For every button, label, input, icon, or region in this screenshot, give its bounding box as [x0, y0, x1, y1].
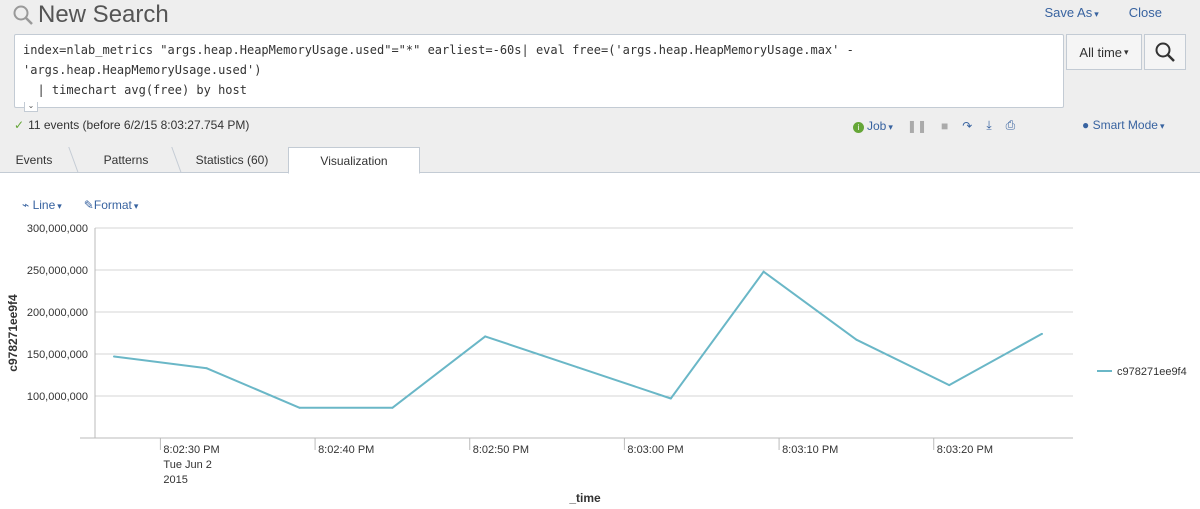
x-tick-label: 8:02:50 PM — [473, 444, 529, 456]
info-icon: i — [853, 121, 864, 133]
y-tick-label: 300,000,000 — [27, 223, 88, 235]
data-point — [205, 367, 208, 370]
data-point — [298, 406, 301, 409]
search-icon — [13, 5, 33, 25]
title-row: New Search — [12, 0, 169, 30]
pause-icon[interactable]: ❚❚ — [907, 119, 927, 133]
viz-controls: ⌁ Line ▾ ✎Format ▾ — [22, 198, 138, 212]
x-tick-label: 8:03:00 PM — [627, 444, 683, 456]
results-tabs: Events Patterns Statistics (60) Visualiz… — [0, 147, 1200, 174]
data-point — [391, 406, 394, 409]
search-mode-menu[interactable]: ● Smart Mode ▾ — [1082, 118, 1164, 132]
tab-visualization[interactable]: Visualization — [288, 147, 420, 174]
tab-events[interactable]: Events — [0, 147, 68, 173]
data-point — [855, 338, 858, 341]
x-tick-label: 8:03:20 PM — [937, 444, 993, 456]
search-icon — [1155, 42, 1175, 62]
share-icon[interactable]: ↷ — [962, 119, 972, 133]
search-status: ✓ 11 events (before 6/2/15 8:03:27.754 P… — [14, 118, 249, 132]
check-icon: ✓ — [14, 118, 25, 132]
x-tick-sublabel: 2015 — [163, 474, 187, 486]
series-line — [113, 270, 1043, 409]
query-line: 'args.heap.HeapMemoryUsage.used') — [23, 63, 262, 77]
expand-search-button[interactable]: ⌄ — [24, 102, 38, 112]
stop-icon[interactable]: ■ — [941, 119, 948, 133]
chevron-down-icon: ▾ — [57, 201, 62, 211]
chart-type-menu[interactable]: ⌁ Line ▾ — [22, 198, 62, 212]
x-axis-title: _time — [568, 491, 601, 505]
x-tick-label: 8:02:40 PM — [318, 444, 374, 456]
data-point — [113, 355, 115, 358]
chevron-down-icon: ▾ — [1124, 46, 1129, 57]
chevron-down-icon: ▾ — [133, 201, 139, 211]
print-icon[interactable]: ⎙ — [1006, 118, 1016, 133]
save-as-button[interactable]: Save As ▾ — [1045, 5, 1099, 20]
tab-divider — [171, 147, 182, 173]
job-menu[interactable]: i Job ▾ — [853, 119, 893, 133]
export-icon[interactable]: ⤓ — [986, 118, 991, 133]
close-button[interactable]: Close — [1129, 5, 1162, 20]
bulb-icon: ● — [1082, 118, 1090, 132]
y-tick-label: 150,000,000 — [27, 349, 88, 361]
query-line: index=nlab_metrics "args.heap.HeapMemory… — [23, 43, 854, 57]
line-chart-icon: ⌁ — [22, 198, 30, 212]
data-point — [669, 397, 672, 400]
tab-divider — [68, 147, 79, 173]
data-point — [1041, 332, 1043, 335]
search-button[interactable] — [1144, 34, 1186, 70]
y-tick-label: 200,000,000 — [27, 307, 88, 319]
chevron-down-icon: ▾ — [888, 121, 893, 132]
tab-statistics[interactable]: Statistics (60) — [182, 147, 282, 173]
x-tick-label: 8:03:10 PM — [782, 444, 838, 456]
y-tick-label: 100,000,000 — [27, 391, 88, 403]
legend-label: c978271ee9f4 — [1117, 366, 1187, 378]
x-tick-label: 8:02:30 PM — [163, 444, 219, 456]
time-range-label: All time — [1079, 44, 1123, 60]
line-chart: 300,000,000 250,000,000 200,000,000 150,000… — [6, 223, 1187, 505]
tab-patterns[interactable]: Patterns — [80, 147, 172, 173]
page-title: New Search — [38, 1, 169, 28]
chevron-down-icon: ▾ — [1159, 121, 1165, 131]
job-toolbar: i Job ▾ ❚❚ ■ ↷ ⤓ ⎙ — [853, 118, 1015, 133]
event-count: 11 events (before 6/2/15 8:03:27.754 PM) — [28, 118, 250, 132]
time-range-picker[interactable]: All time ▾ — [1066, 34, 1142, 70]
y-tick-label: 250,000,000 — [27, 265, 88, 277]
chevron-down-icon: ▾ — [1094, 9, 1099, 19]
top-links: Save As ▾ Close — [1045, 5, 1162, 20]
y-axis-title: c978271ee9f4 — [6, 294, 20, 372]
search-query-input[interactable]: index=nlab_metrics "args.heap.HeapMemory… — [14, 34, 1064, 108]
search-header: New Search Save As ▾ Close index=nlab_met… — [0, 0, 1200, 147]
data-point — [577, 366, 579, 369]
format-menu[interactable]: ✎Format ▾ — [84, 198, 139, 212]
x-tick-sublabel: Tue Jun 2 — [163, 459, 212, 471]
data-point — [484, 335, 487, 338]
query-line: | timechart avg(free) by host — [23, 83, 247, 97]
pencil-icon: ✎ — [83, 198, 94, 212]
data-point — [948, 384, 951, 387]
data-point — [762, 270, 765, 273]
